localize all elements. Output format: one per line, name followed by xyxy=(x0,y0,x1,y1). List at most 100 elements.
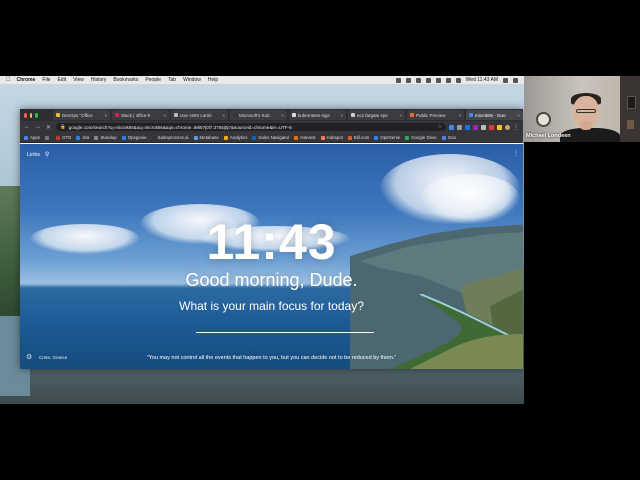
tray-icon[interactable] xyxy=(415,77,421,83)
bookmark-item[interactable]: OpsGenie xyxy=(374,135,400,140)
tab-favicon-icon xyxy=(56,113,61,117)
bookmark-item[interactable]: Apps xyxy=(24,135,40,140)
address-url: google.com/search?q=microk8s&oq=microk8s… xyxy=(68,124,292,130)
bookmark-item[interactable]: Bill.com xyxy=(347,135,370,140)
wifi-icon[interactable] xyxy=(445,77,451,83)
links-label[interactable]: Links xyxy=(27,152,40,158)
extension-icon[interactable] xyxy=(473,124,478,130)
bookmark-label: Bill.com xyxy=(353,135,370,140)
forward-icon[interactable]: → xyxy=(35,124,41,130)
close-tab-icon[interactable]: × xyxy=(222,113,225,118)
browser-tab[interactable]: Public Preview × xyxy=(407,110,465,120)
bookmark-item[interactable]: Metabase xyxy=(193,135,219,140)
chrome-window: DevOps "Office × Slack | office-h × Use AWS … xyxy=(20,109,523,369)
extension-icon[interactable] xyxy=(481,124,486,130)
bookmark-item[interactable] xyxy=(45,135,51,140)
close-window-button[interactable] xyxy=(24,112,27,118)
bookmark-item[interactable]: Analytics xyxy=(223,135,247,140)
bookmark-label: Salesprocess.ai xyxy=(157,135,189,140)
momentum-newtab: Links ⚲ ⋮ 11:43 Good morning, Dude. What… xyxy=(20,144,523,369)
bookmark-item[interactable]: Opsgenie xyxy=(121,135,147,140)
menubar-clock[interactable]: Wed 11:43 AM xyxy=(466,77,498,83)
bookmark-item[interactable]: Goo xyxy=(441,135,456,140)
back-icon[interactable]: ← xyxy=(24,124,30,130)
menu-people[interactable]: People xyxy=(145,77,161,83)
extension-icon[interactable] xyxy=(449,124,454,130)
maximize-window-button[interactable] xyxy=(35,112,39,118)
bookmark-item[interactable]: Google Drive xyxy=(405,135,437,140)
reload-icon[interactable]: ✕ xyxy=(46,124,51,131)
tray-icon[interactable] xyxy=(435,77,441,83)
bookmark-favicon-icon xyxy=(405,135,410,140)
bookmark-item[interactable]: GTD xyxy=(56,135,71,140)
bookmark-item[interactable]: Sales Navigator xyxy=(252,135,289,140)
menu-view[interactable]: View xyxy=(73,77,84,83)
menu-tab[interactable]: Tab xyxy=(168,77,176,83)
bookmark-item[interactable]: Salesprocess.ai xyxy=(151,135,189,140)
bookmark-favicon-icon xyxy=(45,135,50,140)
more-menu-icon[interactable]: ⋮ xyxy=(513,124,519,131)
menu-app-name[interactable]: Chrome xyxy=(17,77,36,83)
browser-tab[interactable]: ecs fargate spe × xyxy=(348,110,406,120)
focus-input[interactable] xyxy=(196,332,374,333)
bookmark-item[interactable]: Jira xyxy=(76,135,89,140)
tab-title: Use AWS Lamb xyxy=(180,112,212,118)
menu-window[interactable]: Window xyxy=(183,77,201,83)
browser-tab[interactable]: kubernetes-sigs × xyxy=(289,110,347,120)
close-tab-icon[interactable]: × xyxy=(104,113,107,118)
browser-tab[interactable]: DevOps "Office × xyxy=(53,110,111,120)
tab-title: Slack | office-h xyxy=(121,112,151,118)
links-menu[interactable]: Links ⚲ xyxy=(27,151,49,159)
menu-edit[interactable]: Edit xyxy=(57,77,66,83)
control-center-icon[interactable] xyxy=(513,77,518,83)
bookmark-favicon-icon xyxy=(252,135,257,140)
menu-bookmarks[interactable]: Bookmarks xyxy=(113,77,138,83)
browser-tab[interactable]: Microsoft's Kub × xyxy=(230,110,288,120)
tab-favicon-icon xyxy=(410,113,415,117)
bookmark-favicon-icon xyxy=(223,135,228,140)
bookmark-favicon-icon xyxy=(347,135,352,140)
menu-history[interactable]: History xyxy=(91,77,107,83)
menu-file[interactable]: File xyxy=(42,77,50,83)
apple-menu-icon[interactable]:  xyxy=(6,77,11,83)
bookmark-item[interactable]: Hubspot xyxy=(320,135,343,140)
tab-title: ecs fargate spe xyxy=(357,112,388,118)
menu-help[interactable]: Help xyxy=(208,77,218,83)
browser-tab[interactable]: Use AWS Lamb × xyxy=(171,110,229,120)
tray-icon[interactable] xyxy=(405,77,411,83)
browser-tab[interactable]: microk8s - Goo × xyxy=(466,110,523,120)
bookmark-favicon-icon xyxy=(24,135,28,140)
close-tab-icon[interactable]: × xyxy=(163,113,166,118)
search-icon[interactable]: ⚲ xyxy=(45,151,49,158)
extension-icon[interactable] xyxy=(457,124,462,130)
close-tab-icon[interactable]: × xyxy=(458,113,461,118)
desktop-hills xyxy=(0,186,22,336)
bookmark-label: GTD xyxy=(62,135,72,140)
close-tab-icon[interactable]: × xyxy=(399,113,402,118)
tray-icon[interactable] xyxy=(425,77,431,83)
bookmark-label: Jira xyxy=(82,135,90,140)
search-icon[interactable] xyxy=(503,77,508,83)
close-tab-icon[interactable]: × xyxy=(517,113,520,118)
profile-avatar[interactable] xyxy=(505,124,510,130)
minimize-window-button[interactable] xyxy=(29,112,33,118)
extension-icon[interactable] xyxy=(465,124,470,130)
battery-icon[interactable] xyxy=(455,77,461,83)
close-tab-icon[interactable]: × xyxy=(340,113,343,118)
tray-icon[interactable] xyxy=(395,77,401,83)
browser-tab[interactable]: Slack | office-h × xyxy=(112,110,170,120)
presenter-glasses xyxy=(576,109,596,113)
extension-icon[interactable] xyxy=(489,124,494,130)
lock-icon: 🔒 xyxy=(60,124,66,129)
screen:  Chrome File Edit View History Bookmark… xyxy=(0,0,640,480)
browser-toolbar: ← → ✕ 🔒 google.com/search?q=microk8s&oq=… xyxy=(20,121,523,133)
bookmark-item[interactable]: Harvest xyxy=(294,135,316,140)
address-bar[interactable]: 🔒 google.com/search?q=microk8s&oq=microk… xyxy=(56,123,446,131)
close-tab-icon[interactable]: × xyxy=(281,113,284,118)
bookmark-star-icon[interactable]: ☆ xyxy=(438,124,442,130)
extension-icon[interactable] xyxy=(497,124,502,130)
bookmark-item[interactable]: Standup xyxy=(94,135,117,140)
more-icon[interactable]: ⋮ xyxy=(513,150,519,157)
tab-favicon-icon xyxy=(174,113,179,117)
time-display: 11:43 xyxy=(206,214,337,270)
